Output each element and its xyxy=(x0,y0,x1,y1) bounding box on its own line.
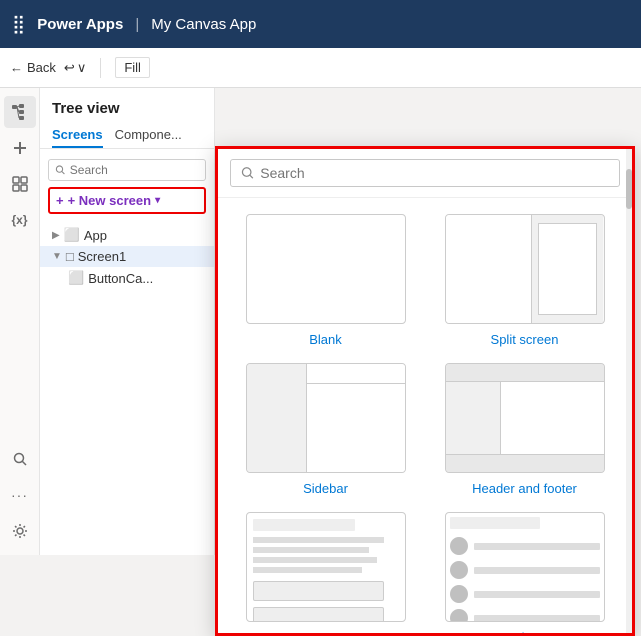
data-icon[interactable] xyxy=(4,168,36,200)
more-icon[interactable]: ··· xyxy=(4,479,36,511)
undo-icon: ↩ xyxy=(64,60,75,76)
insert-icon[interactable] xyxy=(4,132,36,164)
screen1-expand-icon: ▼ xyxy=(52,251,62,262)
form-thumb xyxy=(246,512,406,622)
tree-panel: Tree view Screens Compone... + + New scr… xyxy=(40,88,215,555)
header-footer-thumb xyxy=(445,363,605,473)
list-thumb xyxy=(445,512,605,622)
overlay-search-input[interactable] xyxy=(260,165,609,181)
new-screen-overlay: Blank Split screen xyxy=(215,146,635,636)
back-arrow-icon: ← xyxy=(10,60,23,75)
screens-tab[interactable]: Screens xyxy=(52,123,103,148)
components-tab[interactable]: Compone... xyxy=(115,123,182,148)
sidebar-thumb xyxy=(246,363,406,473)
top-bar: ⣿ Power Apps | My Canvas App xyxy=(0,0,641,48)
template-grid: Blank Split screen xyxy=(218,198,632,633)
app-icon: ⬜ xyxy=(64,227,80,243)
screen1-label: Screen1 xyxy=(78,249,126,264)
tree-items: ▶ ⬜ App ▼ □ Screen1 ⬜ ButtonCa... xyxy=(40,222,214,291)
tree-item-buttonca[interactable]: ⬜ ButtonCa... xyxy=(40,267,214,289)
tree-view-title: Tree view xyxy=(40,88,214,123)
tree-search-input[interactable] xyxy=(70,163,199,177)
variables-icon[interactable]: {x} xyxy=(4,204,36,236)
main-layout: {x} ··· Tree view Screens Compone... xyxy=(0,88,641,555)
settings-icon[interactable] xyxy=(4,515,36,547)
tree-tabs: Screens Compone... xyxy=(40,123,214,149)
overlay-search-icon xyxy=(241,166,254,180)
new-screen-chevron: ▾ xyxy=(155,195,160,206)
buttonca-label: ButtonCa... xyxy=(88,271,153,286)
header-footer-label: Header and footer xyxy=(472,481,577,496)
blank-thumb xyxy=(246,214,406,324)
list-template[interactable]: List xyxy=(433,512,616,633)
sidebar-label: Sidebar xyxy=(303,481,348,496)
screen1-icon: □ xyxy=(66,249,74,264)
split-screen-thumb xyxy=(445,214,605,324)
tree-view-icon[interactable] xyxy=(4,96,36,128)
form-label: Form xyxy=(310,630,340,633)
canvas-app-name: My Canvas App xyxy=(151,16,256,33)
fill-dropdown[interactable]: Fill xyxy=(115,57,150,78)
scrollbar-thumb xyxy=(626,169,632,209)
app-label: App xyxy=(84,228,107,243)
new-screen-button[interactable]: + + New screen ▾ xyxy=(48,187,206,214)
tree-search-box[interactable] xyxy=(48,159,206,181)
blank-label: Blank xyxy=(309,332,342,347)
tree-item-app[interactable]: ▶ ⬜ App xyxy=(40,224,214,246)
list-label: List xyxy=(514,630,534,633)
form-template[interactable]: Form xyxy=(234,512,417,633)
app-title: Power Apps xyxy=(37,16,123,33)
scrollbar[interactable] xyxy=(626,149,632,633)
undo-button[interactable]: ↩ ∨ xyxy=(64,60,86,76)
new-screen-label: + New screen xyxy=(68,193,151,208)
split-screen-label: Split screen xyxy=(491,332,559,347)
chevron-down-icon: ∨ xyxy=(77,60,87,76)
sidebar-template[interactable]: Sidebar xyxy=(234,363,417,496)
blank-template[interactable]: Blank xyxy=(234,214,417,347)
back-label: Back xyxy=(27,60,56,75)
overlay-search-box[interactable] xyxy=(230,159,620,187)
apps-icon[interactable]: ⣿ xyxy=(12,14,25,35)
title-separator: | xyxy=(135,16,139,33)
buttonca-icon: ⬜ xyxy=(68,270,84,286)
toolbar: ← Back ↩ ∨ Fill xyxy=(0,48,641,88)
plus-icon: + xyxy=(56,193,64,208)
app-expand-icon: ▶ xyxy=(52,230,60,241)
header-footer-template[interactable]: Header and footer xyxy=(433,363,616,496)
tree-search-icon xyxy=(55,164,66,176)
toolbar-divider xyxy=(100,58,101,78)
tree-item-screen1[interactable]: ▼ □ Screen1 xyxy=(40,246,214,267)
icon-bar: {x} ··· xyxy=(0,88,40,555)
back-button[interactable]: ← Back xyxy=(10,60,56,75)
overlay-search-area xyxy=(218,149,632,198)
split-screen-template[interactable]: Split screen xyxy=(433,214,616,347)
search-icon[interactable] xyxy=(4,443,36,475)
